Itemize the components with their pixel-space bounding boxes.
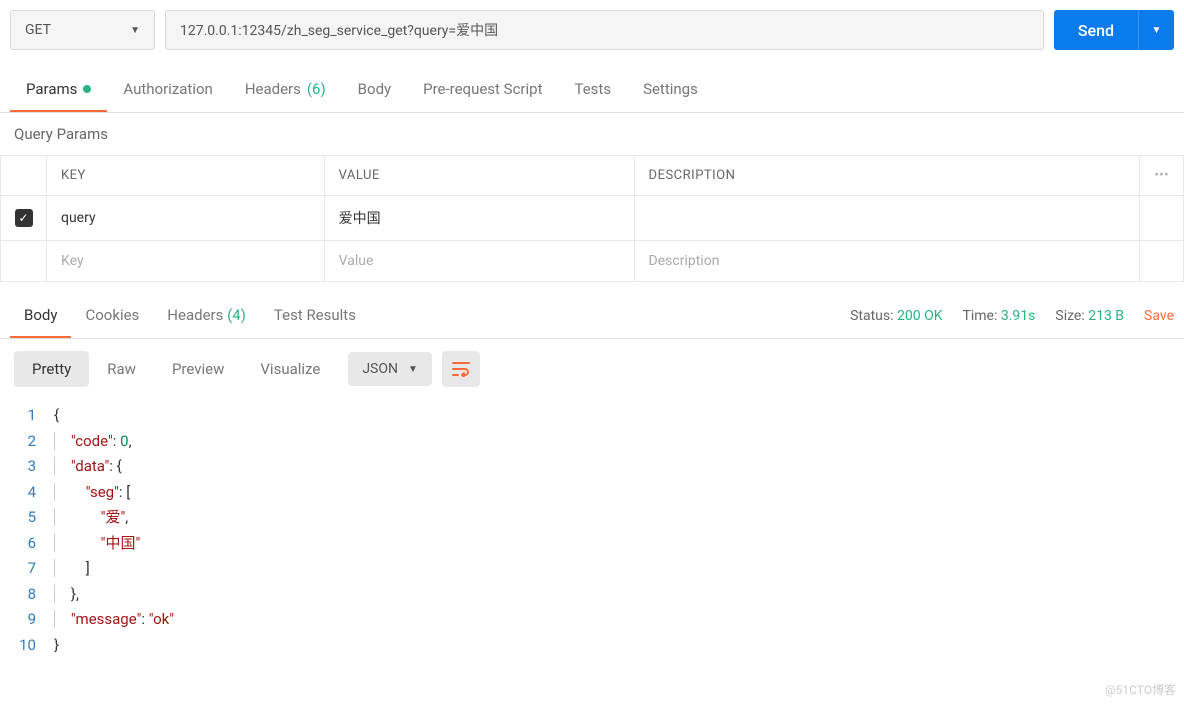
format-select[interactable]: JSON ▼ [348, 352, 432, 386]
view-tabs: Pretty Raw Preview Visualize [14, 351, 338, 387]
desc-header: DESCRIPTION [634, 156, 1140, 196]
method-select[interactable]: GET ▼ [10, 10, 155, 50]
tab-settings[interactable]: Settings [627, 68, 714, 112]
value-input[interactable]: Value [324, 241, 634, 282]
tab-headers[interactable]: Headers (6) [229, 68, 342, 112]
tab-tests[interactable]: Tests [558, 68, 627, 112]
response-tabs: Body Cookies Headers (4) Test Results [10, 294, 370, 338]
param-desc-cell[interactable] [634, 196, 1140, 241]
send-dropdown[interactable]: ▼ [1138, 10, 1174, 50]
chevron-down-icon: ▼ [130, 25, 140, 36]
key-header: KEY [47, 156, 325, 196]
rtab-body[interactable]: Body [10, 294, 71, 338]
param-key-cell[interactable]: query [47, 196, 325, 241]
rtab-test-results[interactable]: Test Results [260, 294, 370, 338]
wrap-button[interactable] [442, 351, 480, 387]
table-row-new: Key Value Description [1, 241, 1184, 282]
checkbox-header [1, 156, 47, 196]
send-group: Send ▼ [1054, 10, 1174, 50]
params-table: KEY VALUE DESCRIPTION ••• ✓ query 爱中国 Ke… [0, 155, 1184, 282]
request-bar: GET ▼ 127.0.0.1:12345/zh_seg_service_get… [0, 0, 1184, 60]
status-dot-icon [83, 85, 91, 93]
send-button[interactable]: Send [1054, 10, 1138, 50]
desc-input[interactable]: Description [634, 241, 1140, 282]
checkbox-icon[interactable]: ✓ [15, 209, 33, 227]
tab-params[interactable]: Params [10, 68, 107, 112]
chevron-down-icon: ▼ [408, 364, 418, 375]
tab-authorization[interactable]: Authorization [107, 68, 228, 112]
request-tabs: Params Authorization Headers (6) Body Pr… [0, 68, 1184, 113]
bulk-edit-toggle[interactable]: ••• [1140, 156, 1184, 196]
url-value: 127.0.0.1:12345/zh_seg_service_get?query… [180, 20, 498, 40]
watermark: @51CTO博客 [1105, 681, 1176, 698]
time-label: Time: 3.91s [963, 308, 1036, 324]
tab-body[interactable]: Body [342, 68, 407, 112]
rtab-cookies[interactable]: Cookies [71, 294, 153, 338]
response-body[interactable]: 1{2 "code": 0,3 "data": {4 "seg": [5 "爱"… [0, 399, 1184, 678]
response-bar: Body Cookies Headers (4) Test Results St… [0, 294, 1184, 339]
tab-prerequest[interactable]: Pre-request Script [407, 68, 558, 112]
section-title: Query Params [0, 113, 1184, 155]
view-bar: Pretty Raw Preview Visualize JSON ▼ [0, 339, 1184, 399]
size-label: Size: 213 B [1055, 308, 1124, 324]
rtab-headers[interactable]: Headers (4) [153, 294, 260, 338]
wrap-icon [452, 361, 470, 377]
vtab-preview[interactable]: Preview [154, 351, 242, 387]
table-row: ✓ query 爱中国 [1, 196, 1184, 241]
vtab-pretty[interactable]: Pretty [14, 351, 89, 387]
param-value-cell[interactable]: 爱中国 [324, 196, 634, 241]
key-input[interactable]: Key [47, 241, 325, 282]
value-header: VALUE [324, 156, 634, 196]
response-meta: Status: 200 OK Time: 3.91s Size: 213 B S… [850, 308, 1174, 324]
vtab-visualize[interactable]: Visualize [242, 351, 338, 387]
vtab-raw[interactable]: Raw [89, 351, 154, 387]
save-link[interactable]: Save [1144, 308, 1174, 324]
status-label: Status: 200 OK [850, 308, 942, 324]
method-value: GET [25, 22, 51, 38]
chevron-down-icon: ▼ [1152, 25, 1162, 36]
url-input[interactable]: 127.0.0.1:12345/zh_seg_service_get?query… [165, 10, 1044, 50]
